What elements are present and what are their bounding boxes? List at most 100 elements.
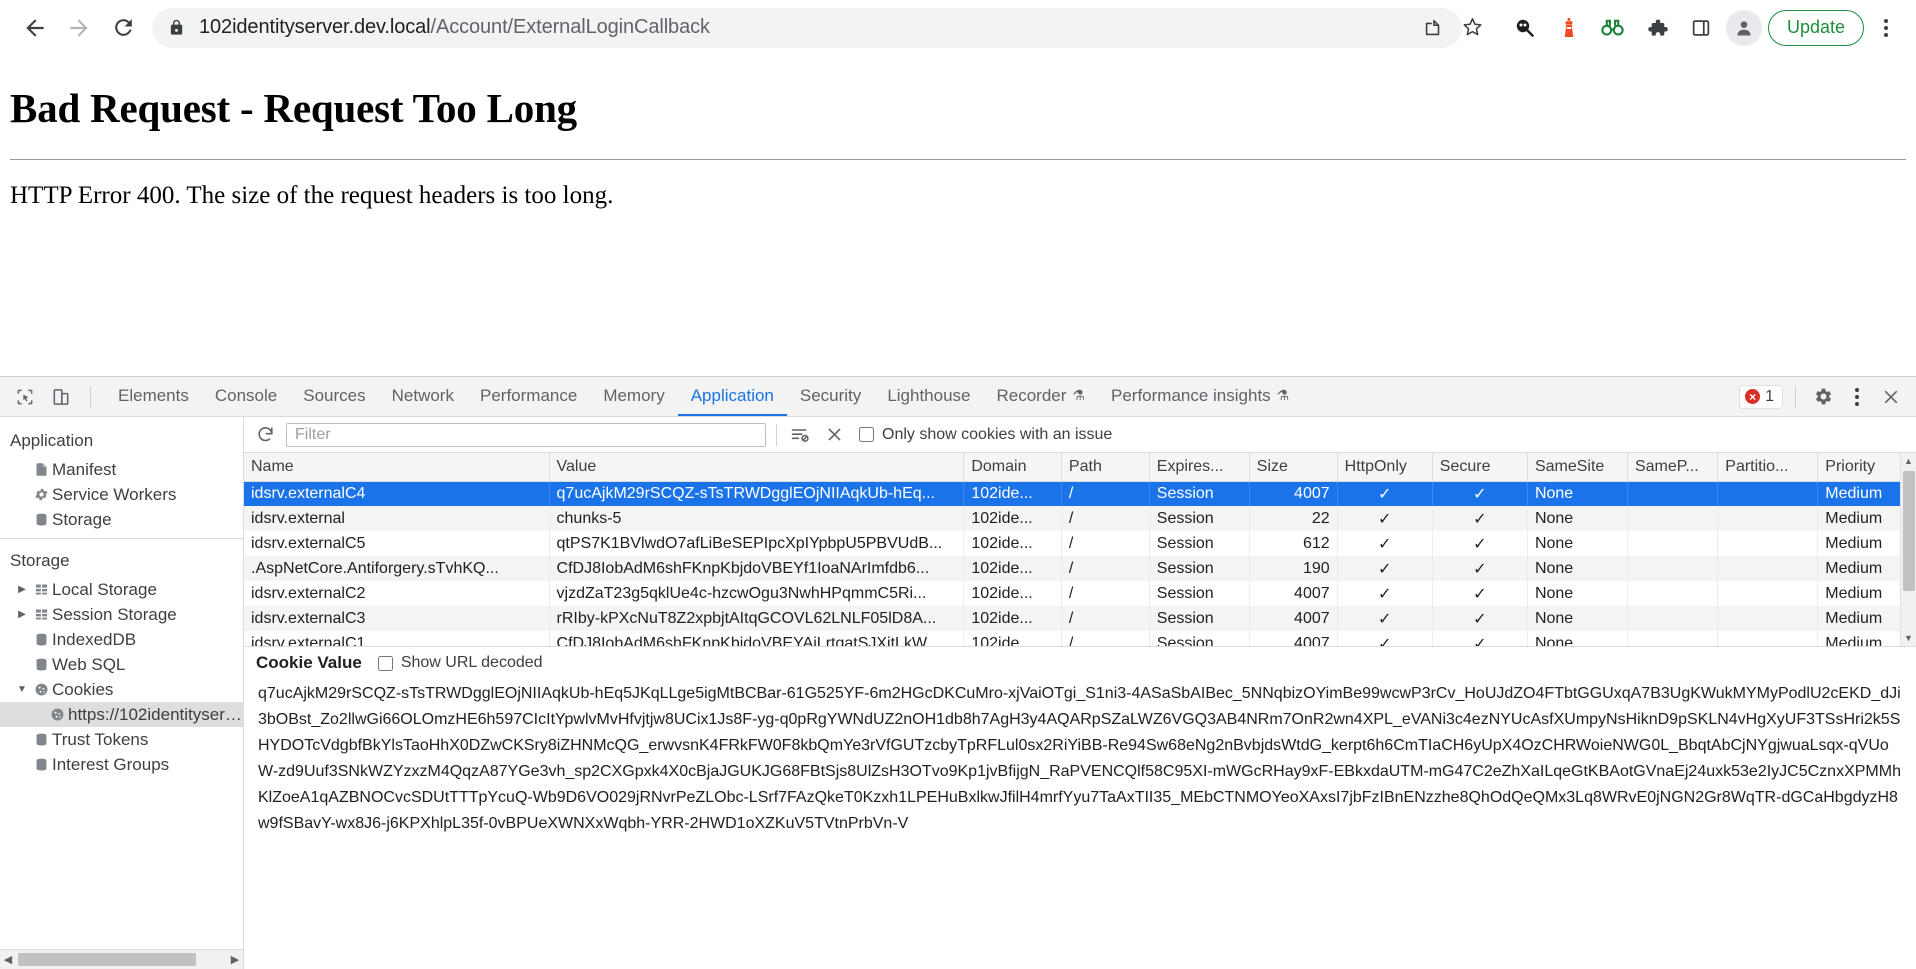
sidebar-item-label: Session Storage bbox=[52, 604, 177, 624]
column-header-path[interactable]: Path bbox=[1061, 453, 1150, 482]
sidebar-item-indexeddb[interactable]: IndexedDB bbox=[0, 627, 243, 652]
reload-button[interactable] bbox=[102, 7, 144, 49]
sidebar-item-https-102identityserver[interactable]: https://102identityserver bbox=[0, 702, 243, 727]
settings-gear-icon[interactable] bbox=[1808, 382, 1838, 412]
chevron-down-icon[interactable]: ▼ bbox=[14, 684, 30, 695]
table-icon bbox=[30, 607, 52, 622]
column-header-size[interactable]: Size bbox=[1249, 453, 1338, 482]
inspect-element-icon[interactable] bbox=[10, 382, 40, 412]
bookmark-star-icon[interactable] bbox=[1454, 9, 1492, 47]
sidebar-item-service-workers[interactable]: Service Workers bbox=[0, 482, 243, 507]
clear-filters-icon[interactable] bbox=[787, 422, 813, 448]
filter-input[interactable] bbox=[286, 422, 766, 447]
puzzle-extensions-icon[interactable] bbox=[1638, 9, 1676, 47]
scroll-right-arrow[interactable]: ▶ bbox=[227, 953, 243, 966]
lighthouse-extension-icon[interactable] bbox=[1550, 9, 1588, 47]
gear-icon bbox=[30, 487, 52, 502]
tab-performance-insights[interactable]: Performance insights ⚗ bbox=[1098, 377, 1302, 416]
cell-samesite: None bbox=[1527, 581, 1628, 606]
share-icon[interactable] bbox=[1414, 9, 1452, 47]
table-body: idsrv.externalC4 q7ucAjkM29rSCQZ-sTsTRWDg… bbox=[244, 481, 1916, 646]
table-scrollbar-thumb[interactable] bbox=[1903, 471, 1915, 591]
scroll-left-arrow[interactable]: ◀ bbox=[0, 953, 16, 966]
cell-expires: Session bbox=[1149, 631, 1250, 646]
tab-console[interactable]: Console bbox=[202, 377, 290, 416]
sidebar-item-interest-groups[interactable]: Interest Groups bbox=[0, 752, 243, 777]
database-icon bbox=[30, 512, 52, 527]
refresh-cookies-icon[interactable] bbox=[252, 422, 278, 448]
scroll-up-arrow[interactable]: ▲ bbox=[1901, 453, 1916, 469]
chevron-right-icon[interactable]: ▶ bbox=[14, 584, 30, 595]
table-row[interactable]: idsrv.external chunks-5 102ide... / Session 2… bbox=[244, 506, 1916, 531]
back-button[interactable] bbox=[14, 7, 56, 49]
table-row[interactable]: .AspNetCore.Antiforgery.sTvhKQ... CfDJ8Io… bbox=[244, 556, 1916, 581]
url-text: 102identityserver.dev.local/Account/Exte… bbox=[199, 16, 710, 39]
table-row[interactable]: idsrv.externalC4 q7ucAjkM29rSCQZ-sTsTRWDg… bbox=[244, 481, 1916, 506]
profile-avatar[interactable] bbox=[1725, 9, 1762, 46]
show-url-decoded-row[interactable]: Show URL decoded bbox=[377, 654, 543, 672]
column-header-samesite[interactable]: SameSite bbox=[1527, 453, 1628, 482]
column-header-value[interactable]: Value bbox=[549, 453, 965, 482]
cell-sameparty bbox=[1627, 581, 1719, 606]
column-header-secure[interactable]: Secure bbox=[1432, 453, 1528, 482]
tab-elements[interactable]: Elements bbox=[105, 377, 202, 416]
forward-button[interactable] bbox=[58, 7, 100, 49]
error-badge[interactable]: × 1 bbox=[1739, 384, 1783, 409]
cell-value: vjzdZaT23g5qklUe4c-hzcwOgu3NwhHPqmmC5Ri.… bbox=[549, 581, 965, 606]
sidebar-item-manifest[interactable]: Manifest bbox=[0, 457, 243, 482]
tab-security[interactable]: Security bbox=[787, 377, 874, 416]
lock-icon[interactable] bbox=[168, 19, 185, 36]
tab-memory[interactable]: Memory bbox=[590, 377, 677, 416]
column-header-samep[interactable]: SameP... bbox=[1627, 453, 1719, 482]
cell-path: / bbox=[1061, 506, 1150, 531]
close-devtools-icon[interactable] bbox=[1876, 382, 1906, 412]
column-header-partitio[interactable]: Partitio... bbox=[1717, 453, 1819, 482]
tab-network[interactable]: Network bbox=[379, 377, 467, 416]
column-header-name[interactable]: Name bbox=[244, 453, 550, 482]
tab-lighthouse[interactable]: Lighthouse bbox=[874, 377, 983, 416]
scrollbar-thumb[interactable] bbox=[18, 953, 196, 966]
sidebar-horizontal-scrollbar[interactable]: ◀ ▶ bbox=[0, 949, 243, 969]
sidebar-item-web-sql[interactable]: Web SQL bbox=[0, 652, 243, 677]
cell-size: 4007 bbox=[1249, 606, 1338, 631]
only-issues-checkbox[interactable] bbox=[859, 427, 874, 442]
tab-sources[interactable]: Sources bbox=[290, 377, 378, 416]
sidebar-item-session-storage[interactable]: ▶ Session Storage bbox=[0, 602, 243, 627]
cell-sameparty bbox=[1627, 506, 1719, 531]
browser-menu-icon[interactable] bbox=[1870, 9, 1902, 47]
sidebar-item-storage[interactable]: Storage bbox=[0, 507, 243, 532]
column-header-expires[interactable]: Expires... bbox=[1149, 453, 1250, 482]
cookies-table: Name Value Domain Path Expires... Size HttpOnl… bbox=[244, 453, 1916, 646]
chevron-right-icon[interactable]: ▶ bbox=[14, 609, 30, 620]
table-row[interactable]: idsrv.externalC2 vjzdZaT23g5qklUe4c-hzcwO… bbox=[244, 581, 1916, 606]
pirate-extension-icon[interactable] bbox=[1506, 9, 1544, 47]
error-icon: × bbox=[1745, 389, 1761, 404]
device-toolbar-icon[interactable] bbox=[46, 382, 76, 412]
column-header-httponly[interactable]: HttpOnly bbox=[1337, 453, 1433, 482]
sidebar-item-trust-tokens[interactable]: Trust Tokens bbox=[0, 727, 243, 752]
update-button[interactable]: Update bbox=[1767, 9, 1864, 46]
devtools-tools bbox=[0, 377, 105, 416]
table-row[interactable]: idsrv.externalC3 rRIby-kPXcNuT8Z2xpbjtAIt… bbox=[244, 606, 1916, 631]
binoculars-extension-icon[interactable] bbox=[1594, 9, 1632, 47]
table-row[interactable]: idsrv.externalC1 CfDJ8IobAdM6shFKnpKbjdoV… bbox=[244, 631, 1916, 646]
tab-application[interactable]: Application bbox=[677, 377, 787, 416]
devtools-tabbar-right: × 1 bbox=[1739, 377, 1916, 416]
tab-recorder[interactable]: Recorder ⚗ bbox=[984, 377, 1098, 416]
sidebar-item-cookies[interactable]: ▼ Cookies bbox=[0, 677, 243, 702]
clear-all-cookies-icon[interactable] bbox=[821, 422, 847, 448]
column-header-domain[interactable]: Domain bbox=[963, 453, 1062, 482]
show-url-decoded-checkbox[interactable] bbox=[377, 655, 393, 671]
sidebar-item-local-storage[interactable]: ▶ Local Storage bbox=[0, 577, 243, 602]
address-bar[interactable]: 102identityserver.dev.local/Account/Exte… bbox=[152, 7, 1462, 48]
cell-value: CfDJ8IobAdM6shFKnpKbjdoVBEYAiLrtgatSJXit… bbox=[549, 631, 965, 646]
cell-partition bbox=[1717, 531, 1819, 556]
only-issues-checkbox-row[interactable]: Only show cookies with an issue bbox=[859, 426, 1112, 444]
table-row[interactable]: idsrv.externalC5 qtPS7K1BVlwdO7afLiBeSEPI… bbox=[244, 531, 1916, 556]
tab-label: Console bbox=[214, 385, 278, 405]
table-vertical-scrollbar[interactable]: ▲ ▼ bbox=[1900, 453, 1916, 646]
devtools-menu-icon[interactable] bbox=[1842, 382, 1872, 412]
side-panel-icon[interactable] bbox=[1682, 9, 1720, 47]
scroll-down-arrow[interactable]: ▼ bbox=[1901, 630, 1916, 646]
tab-performance[interactable]: Performance bbox=[467, 377, 590, 416]
